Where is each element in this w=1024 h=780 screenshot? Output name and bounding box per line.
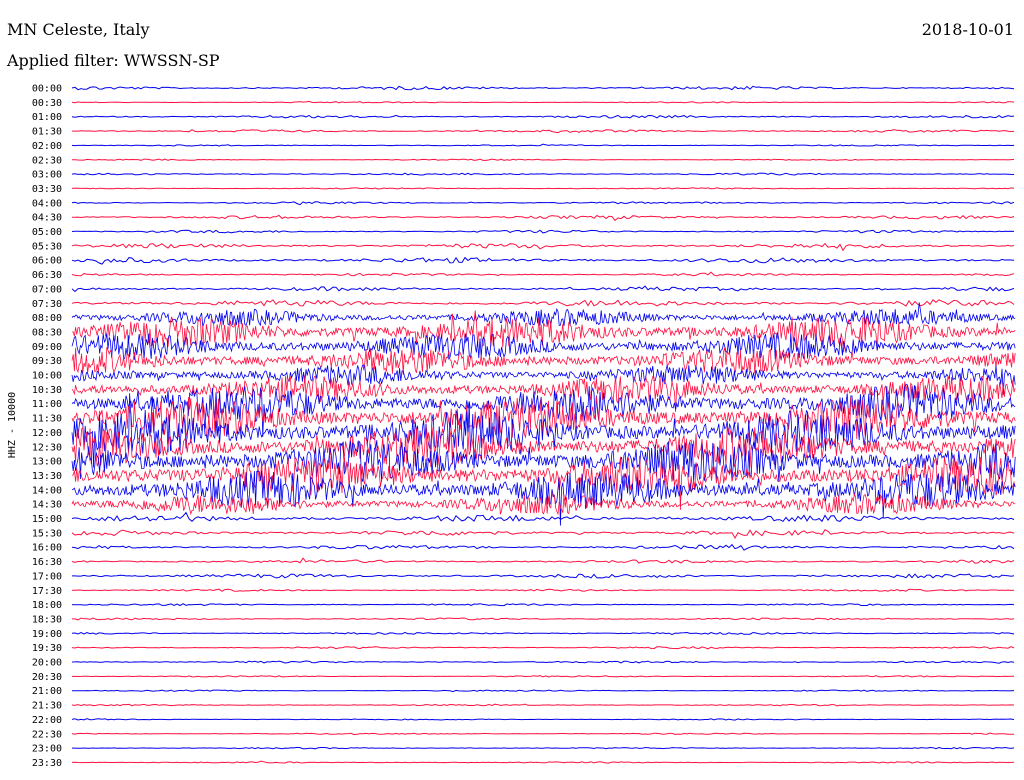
row-label: 07:00 — [32, 284, 62, 295]
row-label: 11:30 — [32, 414, 62, 425]
trace-0400 — [71, 201, 1015, 206]
trace-2100 — [71, 689, 1015, 693]
row-label: 15:30 — [32, 528, 62, 539]
row-label: 23:00 — [32, 744, 62, 755]
row-label: 03:00 — [32, 170, 62, 181]
row-label: 02:00 — [32, 141, 62, 152]
row-label: 18:30 — [32, 614, 62, 625]
trace-2200 — [71, 718, 1015, 721]
row-label: 10:00 — [32, 371, 62, 382]
trace-2300 — [72, 746, 1015, 750]
row-label: 05:00 — [32, 227, 62, 238]
trace-2000 — [71, 660, 1015, 664]
trace-1730 — [71, 588, 1015, 592]
traces-group — [71, 85, 1016, 764]
row-label: 20:00 — [32, 658, 62, 669]
trace-2330 — [71, 760, 1015, 764]
row-label: 19:00 — [32, 629, 62, 640]
row-label: 13:00 — [32, 457, 62, 468]
trace-0330 — [71, 187, 1015, 190]
row-label: 09:00 — [32, 342, 62, 353]
row-label: 08:30 — [32, 327, 62, 338]
row-label: 08:00 — [32, 313, 62, 324]
row-label: 15:00 — [32, 514, 62, 525]
trace-0700 — [71, 285, 1015, 293]
y-axis-label: HHZ - 10000 — [7, 392, 18, 458]
trace-1300 — [71, 440, 1016, 483]
trace-0300 — [71, 172, 1015, 176]
trace-1500 — [71, 511, 1015, 523]
row-label: 14:00 — [32, 485, 62, 496]
trace-1600 — [71, 543, 1015, 551]
trace-0030 — [71, 100, 1015, 104]
row-label: 21:30 — [32, 701, 62, 712]
trace-0230 — [72, 158, 1015, 161]
row-label: 11:00 — [32, 399, 62, 410]
trace-0930 — [71, 347, 1016, 375]
trace-1830 — [72, 617, 1015, 621]
row-label: 07:30 — [32, 299, 62, 310]
row-label: 10:30 — [32, 385, 62, 396]
row-label: 16:30 — [32, 557, 62, 568]
trace-2230 — [71, 732, 1014, 736]
trace-2030 — [72, 675, 1014, 678]
row-label: 21:00 — [32, 686, 62, 697]
trace-0000 — [71, 85, 1015, 91]
row-label: 16:00 — [32, 543, 62, 554]
row-label: 18:00 — [32, 600, 62, 611]
row-label: 04:30 — [32, 213, 62, 224]
trace-0100 — [71, 114, 1015, 119]
row-label: 00:30 — [32, 98, 62, 109]
trace-0600 — [71, 256, 1015, 265]
trace-1530 — [71, 529, 1015, 540]
row-label: 01:00 — [32, 112, 62, 123]
trace-0530 — [71, 242, 1015, 252]
row-label: 03:30 — [32, 184, 62, 195]
row-label: 20:30 — [32, 672, 62, 683]
trace-0630 — [71, 271, 1015, 277]
row-label: 14:30 — [32, 500, 62, 511]
trace-1900 — [71, 631, 1015, 636]
row-label: 06:30 — [32, 270, 62, 281]
row-label: 23:30 — [32, 758, 62, 769]
row-label: 12:30 — [32, 442, 62, 453]
trace-0430 — [72, 214, 1015, 222]
row-label: 22:00 — [32, 715, 62, 726]
trace-0130 — [72, 129, 1015, 134]
row-label: 04:00 — [32, 198, 62, 209]
row-label: 13:30 — [32, 471, 62, 482]
row-label: 12:00 — [32, 428, 62, 439]
row-labels-group: 00:00 00:30 01:00 01:30 02:00 02:30 03:00 03:30… — [32, 84, 62, 769]
trace-1700 — [72, 573, 1015, 579]
trace-1930 — [71, 646, 1015, 650]
trace-1000 — [71, 364, 1016, 395]
row-label: 02:30 — [32, 155, 62, 166]
row-label: 19:30 — [32, 643, 62, 654]
trace-1430 — [71, 492, 1016, 516]
trace-0730 — [71, 299, 1015, 307]
row-label: 05:30 — [32, 241, 62, 252]
trace-2130 — [71, 703, 1015, 707]
row-label: 17:30 — [32, 586, 62, 597]
row-label: 17:00 — [32, 571, 62, 582]
row-label: 09:30 — [32, 356, 62, 367]
seismogram-plot: 00:00 00:30 01:00 01:30 02:00 02:30 03:00 03:30… — [7, 84, 1016, 769]
row-label: 06:00 — [32, 256, 62, 267]
row-label: 00:00 — [32, 84, 62, 95]
trace-0500 — [71, 229, 1015, 234]
trace-1630 — [71, 557, 1015, 564]
trace-0900 — [71, 331, 1016, 361]
trace-1800 — [71, 603, 1015, 607]
row-label: 22:30 — [32, 729, 62, 740]
trace-0200 — [71, 143, 1015, 147]
row-label: 01:30 — [32, 127, 62, 138]
